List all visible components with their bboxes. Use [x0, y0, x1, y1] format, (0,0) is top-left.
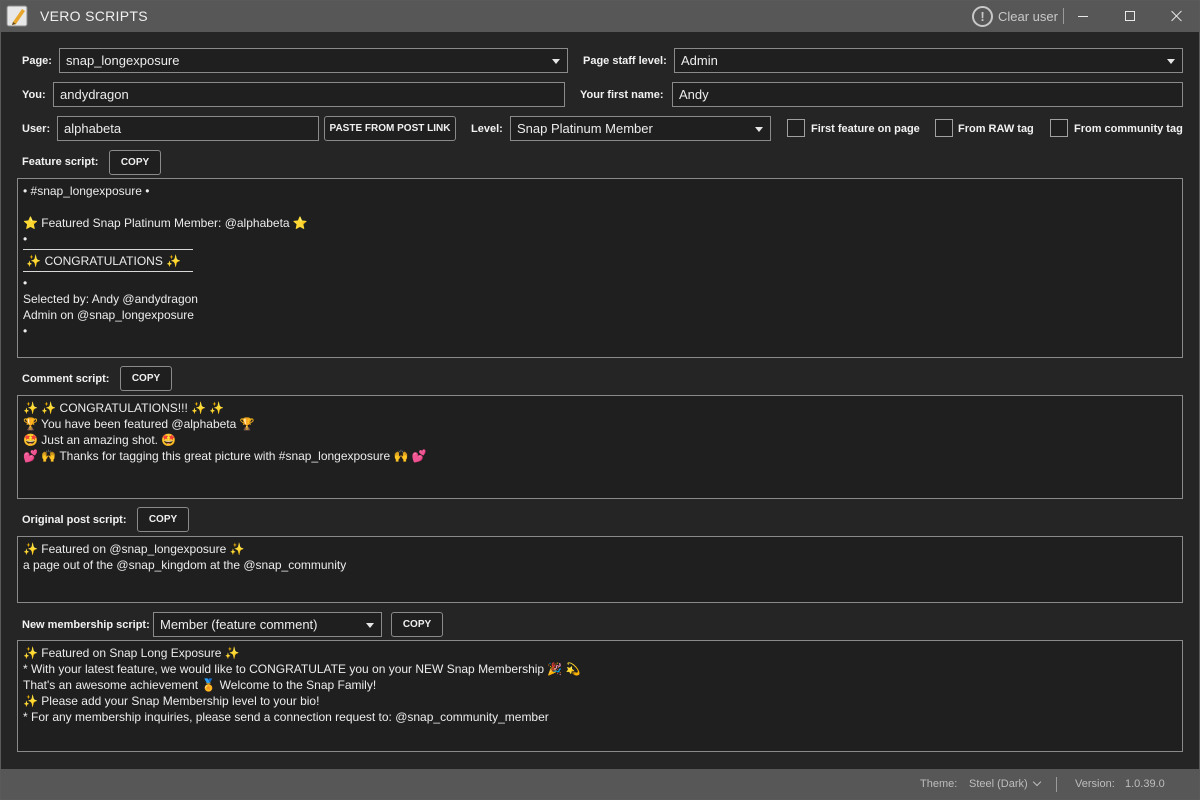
level-label: Level: [471, 123, 503, 135]
feature-script-textarea[interactable]: • #snap_longexposure • ⭐ Featured Snap P… [17, 178, 1183, 358]
community-tag-label: From community tag [1074, 123, 1183, 135]
feature-bullet: • [23, 324, 28, 338]
first-feature-checkbox[interactable] [787, 119, 805, 137]
close-button[interactable] [1154, 0, 1200, 32]
membership-line: ✨ Featured on Snap Long Exposure ✨ [23, 646, 240, 660]
comment-script-label: Comment script: [22, 373, 110, 385]
theme-label: Theme: [920, 778, 958, 790]
original-post-script-label: Original post script: [22, 514, 127, 526]
feature-script-label: Feature script: [22, 156, 99, 168]
close-icon [1171, 10, 1183, 22]
maximize-icon [1125, 11, 1135, 21]
feature-line: Selected by: Andy @andydragon [23, 292, 198, 306]
comment-script-textarea[interactable]: ✨ ✨ CONGRATULATIONS!!! ✨ ✨ 🏆 You have be… [17, 395, 1183, 499]
page-label: Page: [22, 55, 52, 67]
chevron-down-icon [1032, 777, 1041, 787]
comment-line: 🤩 Just an amazing shot. 🤩 [23, 433, 177, 447]
divider-line [23, 271, 193, 272]
community-tag-checkbox[interactable] [1050, 119, 1068, 137]
original-line: ✨ Featured on @snap_longexposure ✨ [23, 542, 245, 556]
feature-line: Admin on @snap_longexposure [23, 308, 194, 322]
version-label: Version: [1075, 778, 1115, 790]
status-bar: Theme: Steel (Dark) Version: 1.0.39.0 [0, 769, 1200, 800]
you-label: You: [22, 89, 46, 101]
theme-select[interactable]: Steel (Dark) [969, 777, 1041, 790]
info-icon: ! [972, 5, 993, 27]
feature-line: • #snap_longexposure • [23, 184, 150, 198]
original-copy-button[interactable]: COPY [137, 507, 189, 532]
clear-user-label: Clear user [998, 8, 1058, 24]
user-label: User: [22, 123, 51, 135]
membership-line: ✨ Please add your Snap Membership level … [23, 694, 320, 708]
maximize-button[interactable] [1107, 0, 1153, 32]
staff-level-label: Page staff level: [583, 55, 667, 67]
status-separator [1056, 777, 1057, 792]
version-value: 1.0.39.0 [1125, 778, 1165, 790]
level-select-value: Snap Platinum Member [517, 121, 653, 136]
comment-copy-button[interactable]: COPY [120, 366, 172, 391]
comment-line: 💕 🙌 Thanks for tagging this great pictur… [23, 449, 427, 463]
title-bar[interactable]: VERO SCRIPTS ! Clear user [0, 0, 1200, 32]
feature-bullet: • [23, 232, 28, 246]
feature-copy-button[interactable]: COPY [109, 150, 161, 175]
minimize-icon [1078, 15, 1088, 17]
first-name-label: Your first name: [580, 89, 664, 101]
you-input[interactable]: andydragon [53, 82, 565, 107]
comment-line: ✨ ✨ CONGRATULATIONS!!! ✨ ✨ [23, 401, 225, 415]
raw-tag-checkbox[interactable] [935, 119, 953, 137]
app-notepad-icon [6, 5, 28, 27]
staff-level-value: Admin [681, 53, 718, 68]
feature-blank-line [23, 199, 1177, 215]
divider-line [23, 249, 193, 250]
theme-value: Steel (Dark) [969, 778, 1028, 790]
comment-line: 🏆 You have been featured @alphabeta 🏆 [23, 417, 255, 431]
paste-from-post-link-button[interactable]: PASTE FROM POST LINK [324, 116, 456, 141]
membership-copy-button[interactable]: COPY [391, 612, 443, 637]
clear-user-button[interactable]: ! Clear user [972, 5, 1058, 27]
feature-congrats: ✨ CONGRATULATIONS ✨ [23, 254, 182, 268]
page-select-value: snap_longexposure [66, 53, 180, 68]
original-line: a page out of the @snap_kingdom at the @… [23, 558, 347, 572]
new-membership-script-label: New membership script: [22, 619, 150, 631]
staff-level-select[interactable]: Admin [674, 48, 1183, 73]
membership-select[interactable]: Member (feature comment) [153, 612, 382, 637]
feature-bullet: • [23, 276, 28, 290]
raw-tag-label: From RAW tag [958, 123, 1034, 135]
first-name-input[interactable]: Andy [672, 82, 1183, 107]
chevron-down-icon [755, 127, 763, 132]
minimize-button[interactable] [1060, 0, 1106, 32]
original-post-script-textarea[interactable]: ✨ Featured on @snap_longexposure ✨ a pag… [17, 536, 1183, 603]
chevron-down-icon [552, 59, 560, 64]
membership-line: * With your latest feature, we would lik… [23, 662, 581, 676]
user-input[interactable]: alphabeta [57, 116, 319, 141]
chevron-down-icon [366, 623, 374, 628]
feature-line: ⭐ Featured Snap Platinum Member: @alphab… [23, 216, 308, 230]
app-title: VERO SCRIPTS [40, 8, 148, 24]
level-select[interactable]: Snap Platinum Member [510, 116, 771, 141]
membership-select-value: Member (feature comment) [160, 617, 318, 632]
page-select[interactable]: snap_longexposure [59, 48, 568, 73]
chevron-down-icon [1167, 59, 1175, 64]
new-membership-script-textarea[interactable]: ✨ Featured on Snap Long Exposure ✨ * Wit… [17, 640, 1183, 752]
membership-line: * For any membership inquiries, please s… [23, 710, 549, 724]
membership-line: That's an awesome achievement 🏅 Welcome … [23, 678, 377, 692]
first-feature-label: First feature on page [811, 123, 920, 135]
